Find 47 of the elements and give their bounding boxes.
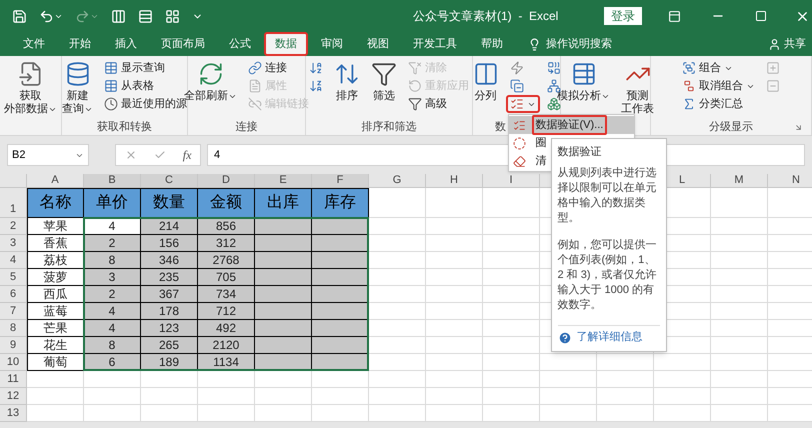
table-cell: 2768 (198, 252, 255, 269)
group-label: 分级显示 (709, 120, 753, 135)
tooltip-text: 例如，您可以提供一个值列表(例如，1、2 和 3)，或者仅允许输入大于 1000 的有效数字。 (558, 238, 658, 313)
table-cell: 蓝莓 (27, 303, 84, 320)
table-cell: 西瓜 (27, 286, 84, 303)
table-cell: 492 (198, 320, 255, 337)
table-cell: 葡萄 (27, 354, 84, 371)
table-cell: 705 (198, 269, 255, 286)
header-cell: 单价 (84, 188, 141, 218)
table-cell: 3 (84, 269, 141, 286)
table-cell: 8 (84, 337, 141, 354)
table-cell: 265 (141, 337, 198, 354)
table-cell: 856 (198, 218, 255, 235)
table-cell: 4 (84, 218, 141, 235)
group-label: 获取和转换 (97, 120, 152, 135)
table-cell: 2 (84, 235, 141, 252)
table-cell: 123 (141, 320, 198, 337)
tooltip-title: 数据验证 (558, 145, 602, 160)
table-cell: 苹果 (27, 218, 84, 235)
header-cell: 库存 (312, 188, 369, 218)
table-cell: 4 (84, 320, 141, 337)
table-cell: 235 (141, 269, 198, 286)
table-cell: 346 (141, 252, 198, 269)
table-cell: 312 (198, 235, 255, 252)
group-label: 排序和筛选 (362, 120, 416, 135)
table-cell: 4 (84, 303, 141, 320)
table-cell: 734 (198, 286, 255, 303)
table-cell: 214 (141, 218, 198, 235)
table-cell: 香蕉 (27, 235, 84, 252)
table-cell: 芒果 (27, 320, 84, 337)
table-cell: 菠萝 (27, 269, 84, 286)
table-cell: 367 (141, 286, 198, 303)
table-cell: 712 (198, 303, 255, 320)
table-cell: 花生 (27, 337, 84, 354)
header-cell: 出库 (255, 188, 312, 218)
header-cell: 数量 (141, 188, 198, 218)
header-cell: 名称 (27, 188, 84, 218)
table-cell: 8 (84, 252, 141, 269)
table-cell: 荔枝 (27, 252, 84, 269)
table-cell: 156 (141, 235, 198, 252)
table-cell: 178 (141, 303, 198, 320)
table-cell: 2120 (198, 337, 255, 354)
window-title: 公众号文章素材(1) - Excel (413, 8, 558, 25)
table-cell: 2 (84, 286, 141, 303)
group-label: 连接 (236, 120, 258, 135)
header-cell: 金额 (198, 188, 255, 218)
group-label: 数 (495, 120, 506, 135)
